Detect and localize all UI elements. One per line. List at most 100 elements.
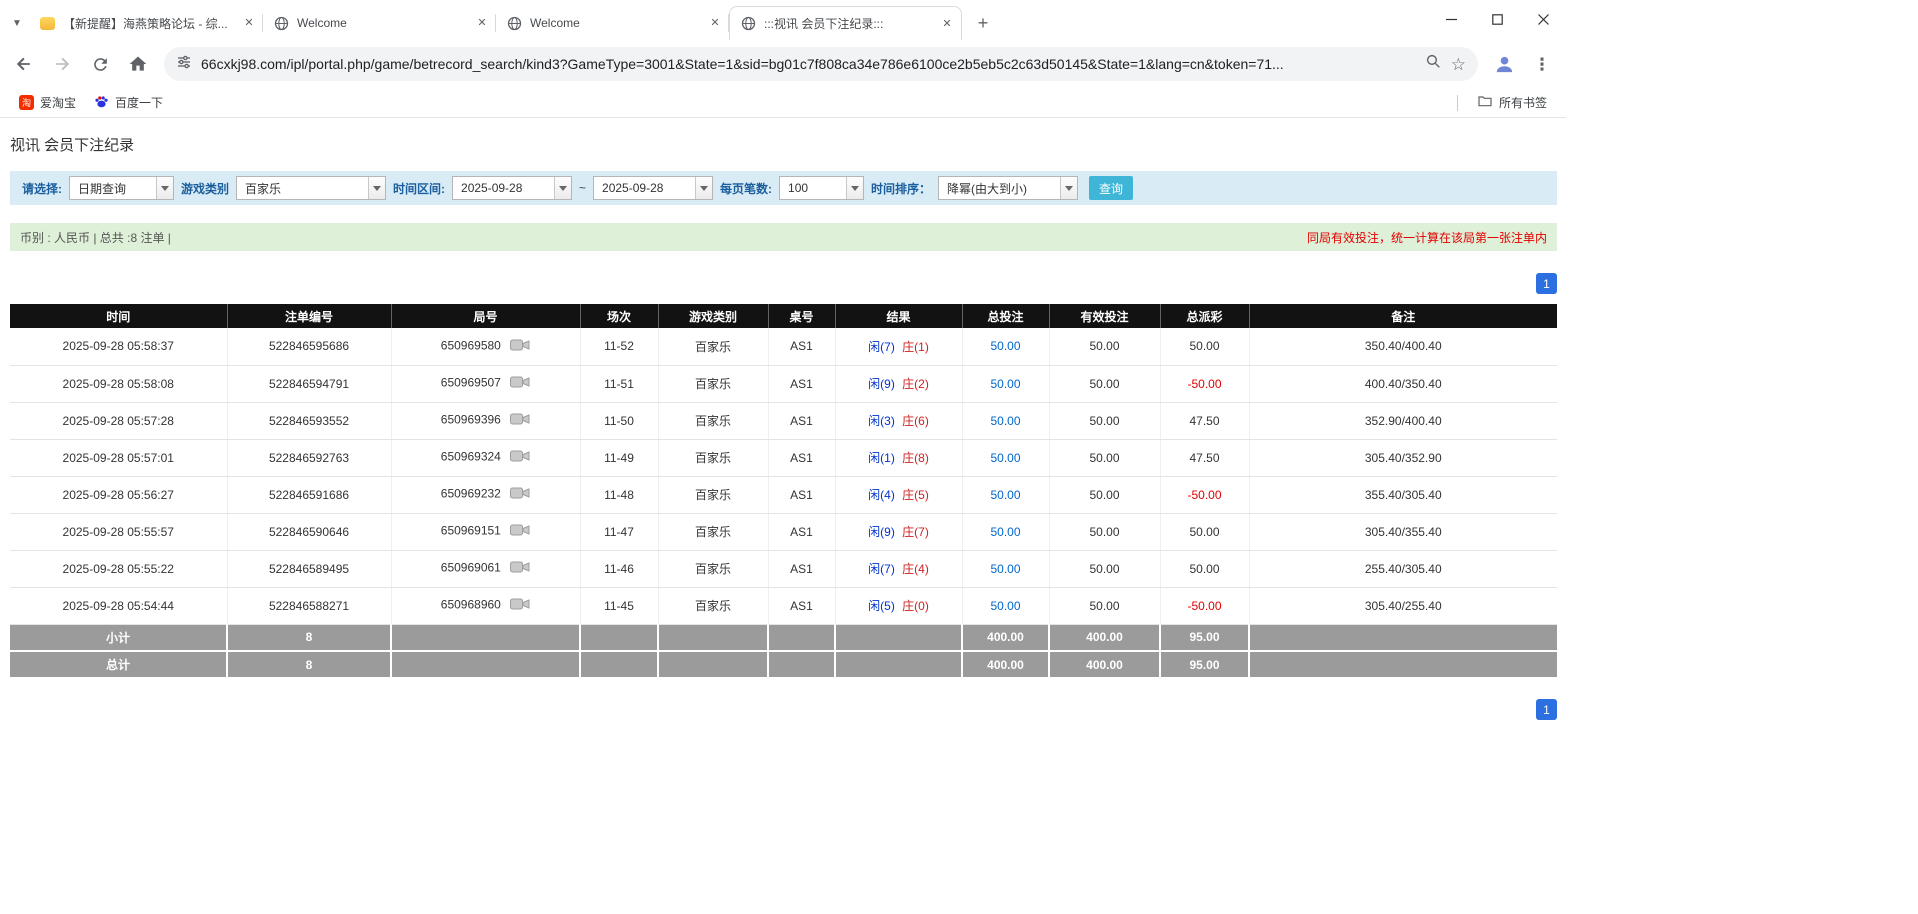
- cell-time: 2025-09-28 05:55:57: [10, 513, 227, 550]
- game-type-select[interactable]: 百家乐: [236, 176, 386, 200]
- folder-icon: [1477, 93, 1493, 112]
- cell-remark: 305.40/255.40: [1249, 587, 1557, 624]
- tab-welcome-1[interactable]: Welcome ✕: [263, 6, 496, 40]
- cell-session: 11-45: [580, 587, 658, 624]
- game-type: 百家乐: [695, 414, 731, 428]
- date-from-select[interactable]: 2025-09-28: [452, 176, 572, 200]
- profile-avatar-icon[interactable]: [1486, 46, 1522, 82]
- bet-record-table: 时间 注单编号 局号 场次 游戏类别 桌号 结果 总投注 有效投注 总派彩 备注…: [10, 304, 1557, 679]
- back-icon[interactable]: [6, 46, 42, 82]
- result-player: 闲(9): [868, 377, 895, 391]
- cell-game-type: 百家乐: [658, 587, 768, 624]
- payout-value: 47.50: [1189, 451, 1219, 465]
- address-bar[interactable]: 66cxkj98.com/ipl/portal.php/game/betreco…: [164, 47, 1478, 81]
- tab-search-chevron-icon[interactable]: ▼: [4, 6, 30, 40]
- session-no: 11-52: [604, 339, 634, 353]
- sort-select[interactable]: 降幂(由大到小): [938, 176, 1078, 200]
- tab-forum[interactable]: 【新提醒】海燕策略论坛 - 综... ✕: [30, 6, 263, 40]
- cell-total-bet: 50.00: [962, 439, 1049, 476]
- tab-welcome-2[interactable]: Welcome ✕: [496, 6, 729, 40]
- zoom-icon[interactable]: [1425, 53, 1442, 75]
- total-bet-link[interactable]: 50.00: [990, 339, 1020, 353]
- page-1-button[interactable]: 1: [1536, 273, 1557, 294]
- bet-id: 522846589495: [269, 562, 349, 576]
- empty-cell: [391, 651, 580, 678]
- game-type-value: 百家乐: [237, 177, 368, 199]
- bet-time: 2025-09-28 05:57:01: [63, 451, 174, 465]
- col-time: 时间: [10, 304, 227, 328]
- bookmark-star-icon[interactable]: ☆: [1451, 56, 1466, 73]
- minimize-button[interactable]: [1428, 0, 1474, 38]
- cell-session: 11-52: [580, 328, 658, 365]
- video-replay-icon[interactable]: [510, 560, 530, 577]
- tab-close-icon[interactable]: ✕: [241, 15, 257, 31]
- cell-remark: 305.40/352.90: [1249, 439, 1557, 476]
- table-row: 2025-09-28 05:55:57 522846590646 6509691…: [10, 513, 1557, 550]
- total-bet-link[interactable]: 50.00: [990, 488, 1020, 502]
- remark: 305.40/355.40: [1365, 525, 1442, 539]
- url-text[interactable]: 66cxkj98.com/ipl/portal.php/game/betreco…: [201, 56, 1416, 72]
- cell-game-type: 百家乐: [658, 365, 768, 402]
- cell-round-id: 650969396: [391, 402, 580, 439]
- video-replay-icon[interactable]: [510, 449, 530, 466]
- reload-icon[interactable]: [82, 46, 118, 82]
- date-to-select[interactable]: 2025-09-28: [593, 176, 713, 200]
- search-button[interactable]: 查询: [1089, 176, 1133, 200]
- page-size-select[interactable]: 100: [779, 176, 864, 200]
- window-controls: [1428, 0, 1566, 38]
- new-tab-button[interactable]: +: [970, 10, 996, 36]
- cell-payout: 50.00: [1160, 550, 1249, 587]
- video-replay-icon[interactable]: [510, 523, 530, 540]
- query-type-select[interactable]: 日期查询: [69, 176, 174, 200]
- total-bet-link[interactable]: 50.00: [990, 525, 1020, 539]
- chevron-down-icon[interactable]: [695, 177, 712, 199]
- tab-close-icon[interactable]: ✕: [939, 16, 955, 32]
- video-replay-icon[interactable]: [510, 375, 530, 392]
- session-no: 11-49: [604, 451, 634, 465]
- total-row: 总计 8 400.00 400.00 95.00: [10, 651, 1557, 678]
- table-row: 2025-09-28 05:57:28 522846593552 6509693…: [10, 402, 1557, 439]
- video-replay-icon[interactable]: [510, 412, 530, 429]
- table-no: AS1: [790, 339, 813, 353]
- total-bet-link[interactable]: 50.00: [990, 451, 1020, 465]
- col-remark: 备注: [1249, 304, 1557, 328]
- cell-total-bet: 50.00: [962, 365, 1049, 402]
- chevron-down-icon[interactable]: [554, 177, 571, 199]
- table-no: AS1: [790, 562, 813, 576]
- tab-close-icon[interactable]: ✕: [707, 15, 723, 31]
- tab-bet-record-active[interactable]: :::视讯 会员下注纪录::: ✕: [729, 6, 962, 40]
- bet-time: 2025-09-28 05:55:57: [63, 525, 174, 539]
- chevron-down-icon[interactable]: [846, 177, 863, 199]
- home-icon[interactable]: [120, 46, 156, 82]
- total-bet-link[interactable]: 50.00: [990, 414, 1020, 428]
- subtotal-count: 8: [227, 624, 391, 651]
- page-1-button[interactable]: 1: [1536, 699, 1557, 720]
- all-bookmarks-button[interactable]: 所有书签: [1468, 90, 1556, 115]
- bookmark-baidu[interactable]: 百度一下: [85, 91, 172, 115]
- chevron-down-icon[interactable]: [156, 177, 173, 199]
- forward-icon[interactable]: [44, 46, 80, 82]
- cell-bet-id: 522846595686: [227, 328, 391, 365]
- all-bookmarks-label: 所有书签: [1499, 94, 1547, 111]
- total-bet-link[interactable]: 50.00: [990, 377, 1020, 391]
- video-replay-icon[interactable]: [510, 486, 530, 503]
- col-bet-id: 注单编号: [227, 304, 391, 328]
- col-valid-bet: 有效投注: [1049, 304, 1160, 328]
- bookmark-aitaobao[interactable]: 淘 爱淘宝: [10, 91, 85, 114]
- close-button[interactable]: [1520, 0, 1566, 38]
- video-replay-icon[interactable]: [510, 597, 530, 614]
- chevron-down-icon[interactable]: [1060, 177, 1077, 199]
- site-tune-icon[interactable]: [176, 54, 192, 75]
- video-replay-icon[interactable]: [510, 338, 530, 355]
- result-banker: 庄(8): [902, 451, 929, 465]
- total-bet-link[interactable]: 50.00: [990, 599, 1020, 613]
- maximize-button[interactable]: [1474, 0, 1520, 38]
- pagination-top: 1: [10, 273, 1557, 294]
- menu-dots-icon[interactable]: ⋮: [1524, 46, 1560, 82]
- cell-bet-id: 522846592763: [227, 439, 391, 476]
- tab-close-icon[interactable]: ✕: [474, 15, 490, 31]
- total-bet-link[interactable]: 50.00: [990, 562, 1020, 576]
- col-table-no: 桌号: [768, 304, 835, 328]
- chevron-down-icon[interactable]: [368, 177, 385, 199]
- cell-time: 2025-09-28 05:58:37: [10, 328, 227, 365]
